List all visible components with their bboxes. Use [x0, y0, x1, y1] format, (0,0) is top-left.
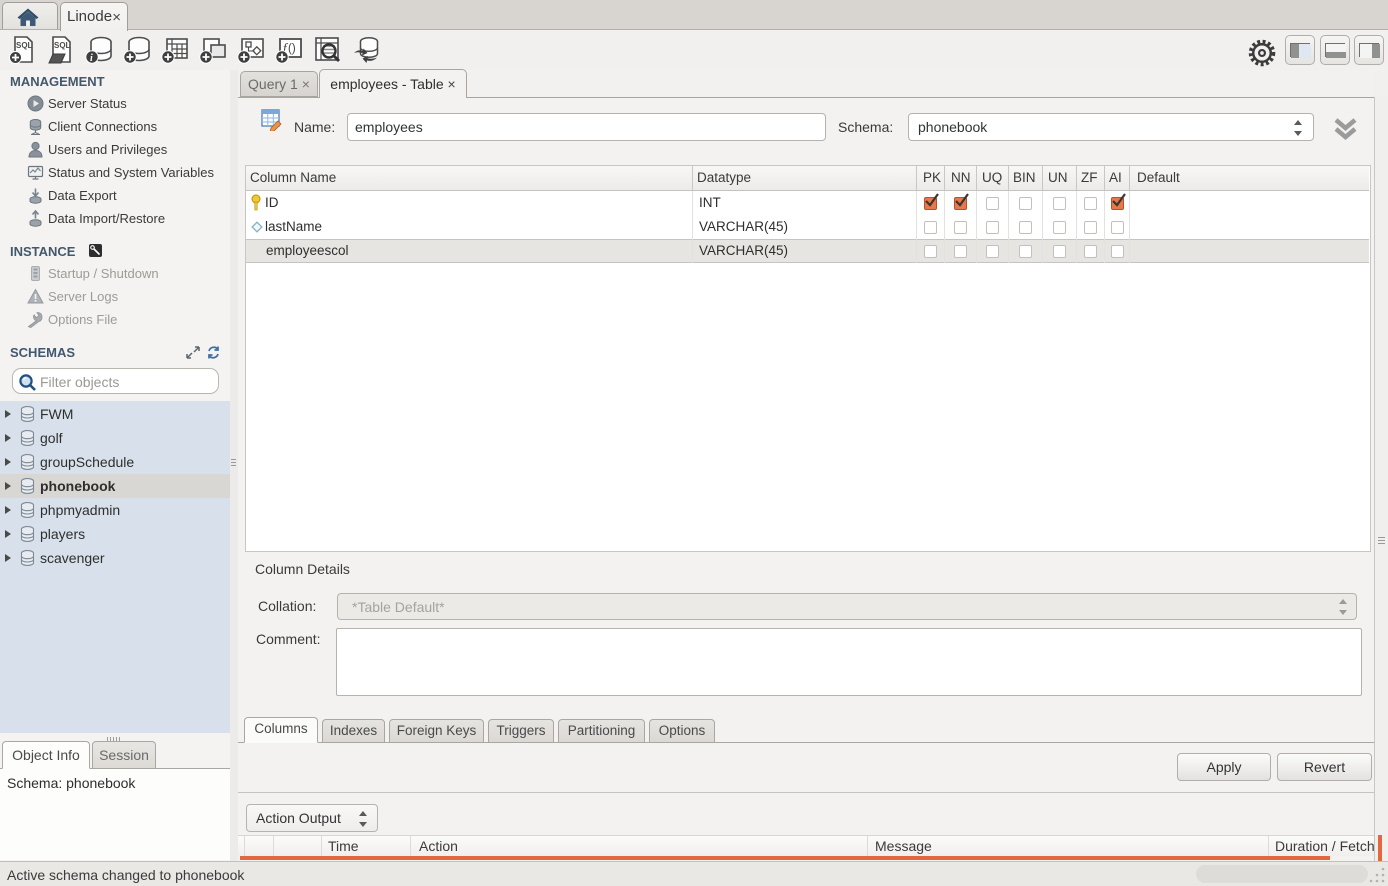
svg-text:SQL: SQL — [54, 41, 71, 50]
svg-text:SQL: SQL — [16, 41, 33, 50]
svg-text:i: i — [90, 53, 93, 64]
svg-text:(): () — [288, 43, 296, 55]
